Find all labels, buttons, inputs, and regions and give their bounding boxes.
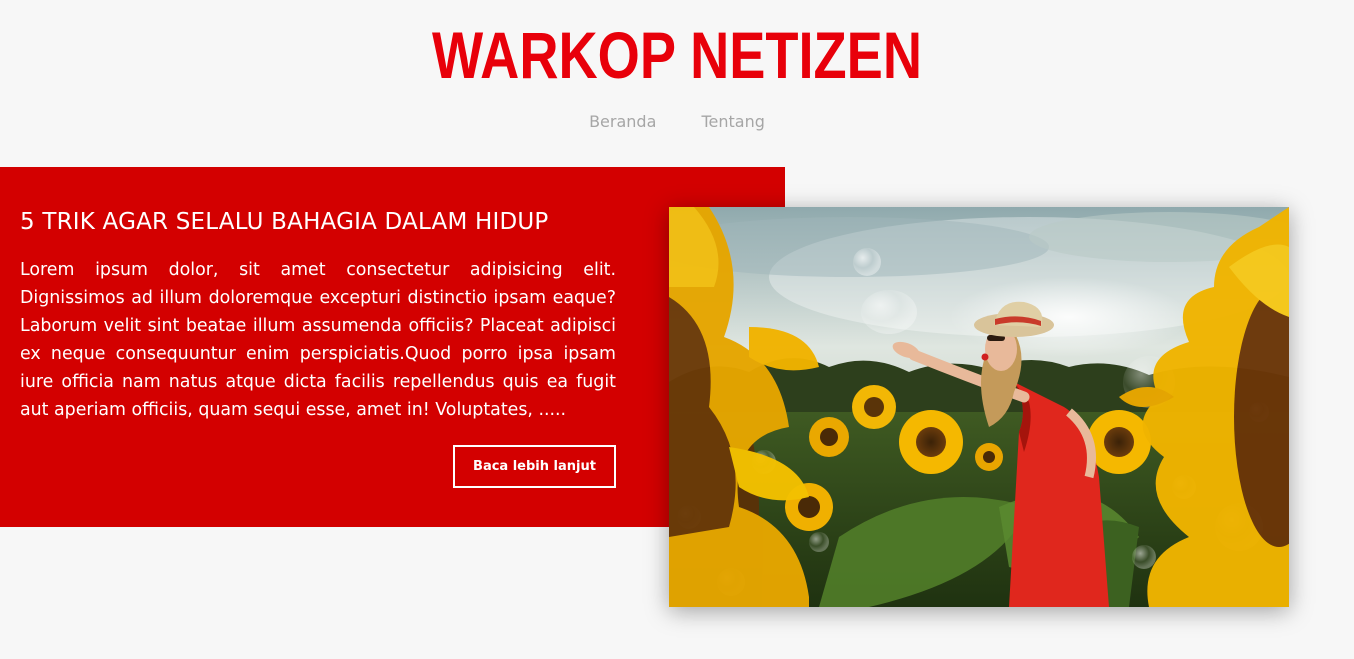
site-title: WARKOP NETIZEN [432,18,922,92]
read-more-button[interactable]: Baca lebih lanjut [453,445,616,488]
site-logo[interactable]: WARKOP NETIZEN [429,16,925,98]
main-nav: Beranda Tentang [0,112,1354,132]
featured-image [669,207,1289,607]
site-header: WARKOP NETIZEN [0,0,1354,100]
article-title[interactable]: 5 TRIK AGAR SELALU BAHAGIA DALAM HIDUP [20,206,640,238]
nav-item-beranda[interactable]: Beranda [589,112,656,132]
article-excerpt: Lorem ipsum dolor, sit amet consectetur … [20,260,616,420]
nav-item-tentang[interactable]: Tentang [701,112,764,132]
sunflower-field-photo [669,207,1289,607]
